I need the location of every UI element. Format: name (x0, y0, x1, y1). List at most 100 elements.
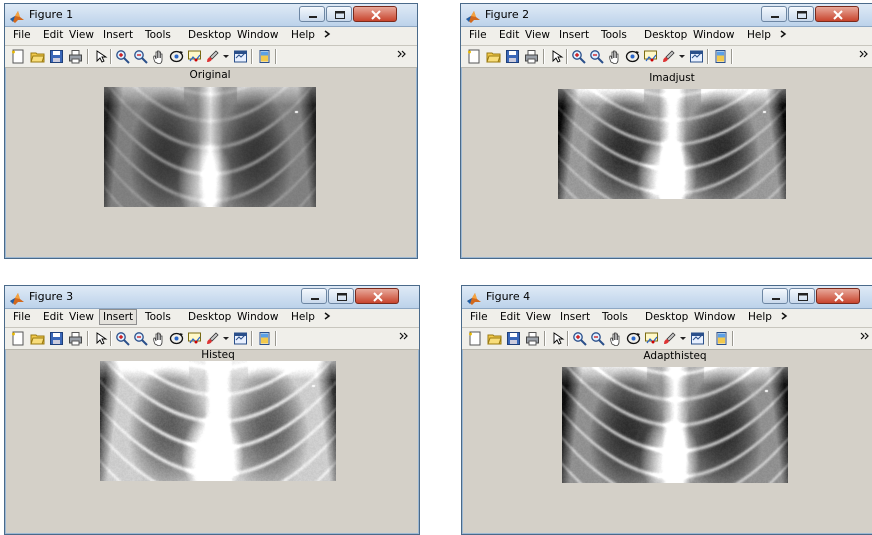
maximize-button[interactable] (789, 288, 815, 304)
title-bar[interactable]: Figure 1 (5, 4, 417, 27)
print-icon[interactable] (524, 49, 539, 64)
data-cursor-icon[interactable] (187, 331, 202, 346)
menu-edit[interactable]: Edit (43, 311, 63, 323)
arrow-pointer-icon[interactable] (93, 331, 108, 346)
zoom-out-icon[interactable] (133, 49, 148, 64)
save-icon[interactable] (49, 49, 64, 64)
menu-window[interactable]: Window (694, 311, 735, 323)
zoom-in-icon[interactable] (572, 331, 587, 346)
menu-window[interactable]: Window (237, 311, 278, 323)
minimize-button[interactable] (761, 6, 787, 22)
zoom-in-icon[interactable] (115, 49, 130, 64)
link-plot-icon[interactable] (690, 331, 705, 346)
new-figure-icon[interactable] (11, 331, 26, 346)
menu-desktop[interactable]: Desktop (188, 311, 231, 323)
double-chevron-icon[interactable] (399, 331, 409, 344)
open-folder-icon[interactable] (30, 49, 45, 64)
minimize-button[interactable] (301, 288, 327, 304)
save-icon[interactable] (505, 49, 520, 64)
title-bar[interactable]: Figure 3 (5, 286, 419, 309)
menu-help[interactable]: Help (291, 311, 315, 323)
brush-dropdown-icon[interactable] (220, 331, 230, 346)
pan-hand-icon[interactable] (151, 49, 166, 65)
arrow-pointer-icon[interactable] (93, 49, 108, 64)
zoom-out-icon[interactable] (590, 331, 605, 346)
menu-desktop[interactable]: Desktop (644, 29, 687, 41)
menu-view[interactable]: View (526, 311, 551, 323)
menu-file[interactable]: File (13, 29, 31, 41)
open-folder-icon[interactable] (486, 49, 501, 64)
pan-hand-icon[interactable] (608, 331, 623, 347)
minimize-button[interactable] (299, 6, 325, 22)
brush-dropdown-icon[interactable] (676, 49, 686, 64)
close-button[interactable] (353, 6, 397, 22)
menu-file[interactable]: File (469, 29, 487, 41)
close-button[interactable] (816, 288, 860, 304)
print-icon[interactable] (68, 49, 83, 64)
link-plot-icon[interactable] (233, 331, 248, 346)
chevron-right-icon[interactable] (779, 28, 789, 43)
colorbar-icon[interactable] (714, 331, 729, 346)
menu-insert[interactable]: Insert (560, 311, 590, 323)
zoom-out-icon[interactable] (589, 49, 604, 64)
menu-edit[interactable]: Edit (43, 29, 63, 41)
link-plot-icon[interactable] (233, 49, 248, 64)
menu-insert[interactable]: Insert (99, 309, 138, 325)
zoom-in-icon[interactable] (115, 331, 130, 346)
menu-help[interactable]: Help (291, 29, 315, 41)
rotate-3d-icon[interactable] (626, 331, 641, 346)
menu-tools[interactable]: Tools (145, 29, 171, 41)
arrow-pointer-icon[interactable] (549, 49, 564, 64)
rotate-3d-icon[interactable] (169, 49, 184, 64)
zoom-out-icon[interactable] (133, 331, 148, 346)
menu-file[interactable]: File (13, 311, 31, 323)
maximize-button[interactable] (326, 6, 352, 22)
rotate-3d-icon[interactable] (625, 49, 640, 64)
title-bar[interactable]: Figure 2 (461, 4, 872, 27)
chevron-right-icon[interactable] (323, 310, 333, 325)
arrow-pointer-icon[interactable] (550, 331, 565, 346)
menu-desktop[interactable]: Desktop (645, 311, 688, 323)
link-plot-icon[interactable] (689, 49, 704, 64)
chevron-right-icon[interactable] (780, 310, 790, 325)
double-chevron-icon[interactable] (859, 49, 869, 62)
menu-insert[interactable]: Insert (103, 29, 133, 41)
colorbar-icon[interactable] (713, 49, 728, 64)
print-icon[interactable] (68, 331, 83, 346)
colorbar-icon[interactable] (257, 331, 272, 346)
menu-desktop[interactable]: Desktop (188, 29, 231, 41)
menu-window[interactable]: Window (237, 29, 278, 41)
close-button[interactable] (815, 6, 859, 22)
close-button[interactable] (355, 288, 399, 304)
print-icon[interactable] (525, 331, 540, 346)
menu-help[interactable]: Help (748, 311, 772, 323)
brush-icon[interactable] (205, 49, 220, 64)
brush-icon[interactable] (662, 331, 677, 346)
save-icon[interactable] (49, 331, 64, 346)
menu-view[interactable]: View (69, 311, 94, 323)
title-bar[interactable]: Figure 4 (462, 286, 872, 309)
save-icon[interactable] (506, 331, 521, 346)
menu-view[interactable]: View (525, 29, 550, 41)
menu-tools[interactable]: Tools (145, 311, 171, 323)
menu-edit[interactable]: Edit (499, 29, 519, 41)
double-chevron-icon[interactable] (397, 49, 407, 62)
maximize-button[interactable] (788, 6, 814, 22)
pan-hand-icon[interactable] (607, 49, 622, 65)
rotate-3d-icon[interactable] (169, 331, 184, 346)
menu-tools[interactable]: Tools (601, 29, 627, 41)
open-folder-icon[interactable] (487, 331, 502, 346)
menu-file[interactable]: File (470, 311, 488, 323)
new-figure-icon[interactable] (467, 49, 482, 64)
minimize-button[interactable] (762, 288, 788, 304)
new-figure-icon[interactable] (468, 331, 483, 346)
brush-dropdown-icon[interactable] (677, 331, 687, 346)
brush-icon[interactable] (661, 49, 676, 64)
brush-icon[interactable] (205, 331, 220, 346)
data-cursor-icon[interactable] (644, 331, 659, 346)
menu-window[interactable]: Window (693, 29, 734, 41)
maximize-button[interactable] (328, 288, 354, 304)
new-figure-icon[interactable] (11, 49, 26, 64)
menu-view[interactable]: View (69, 29, 94, 41)
chevron-right-icon[interactable] (323, 28, 333, 43)
